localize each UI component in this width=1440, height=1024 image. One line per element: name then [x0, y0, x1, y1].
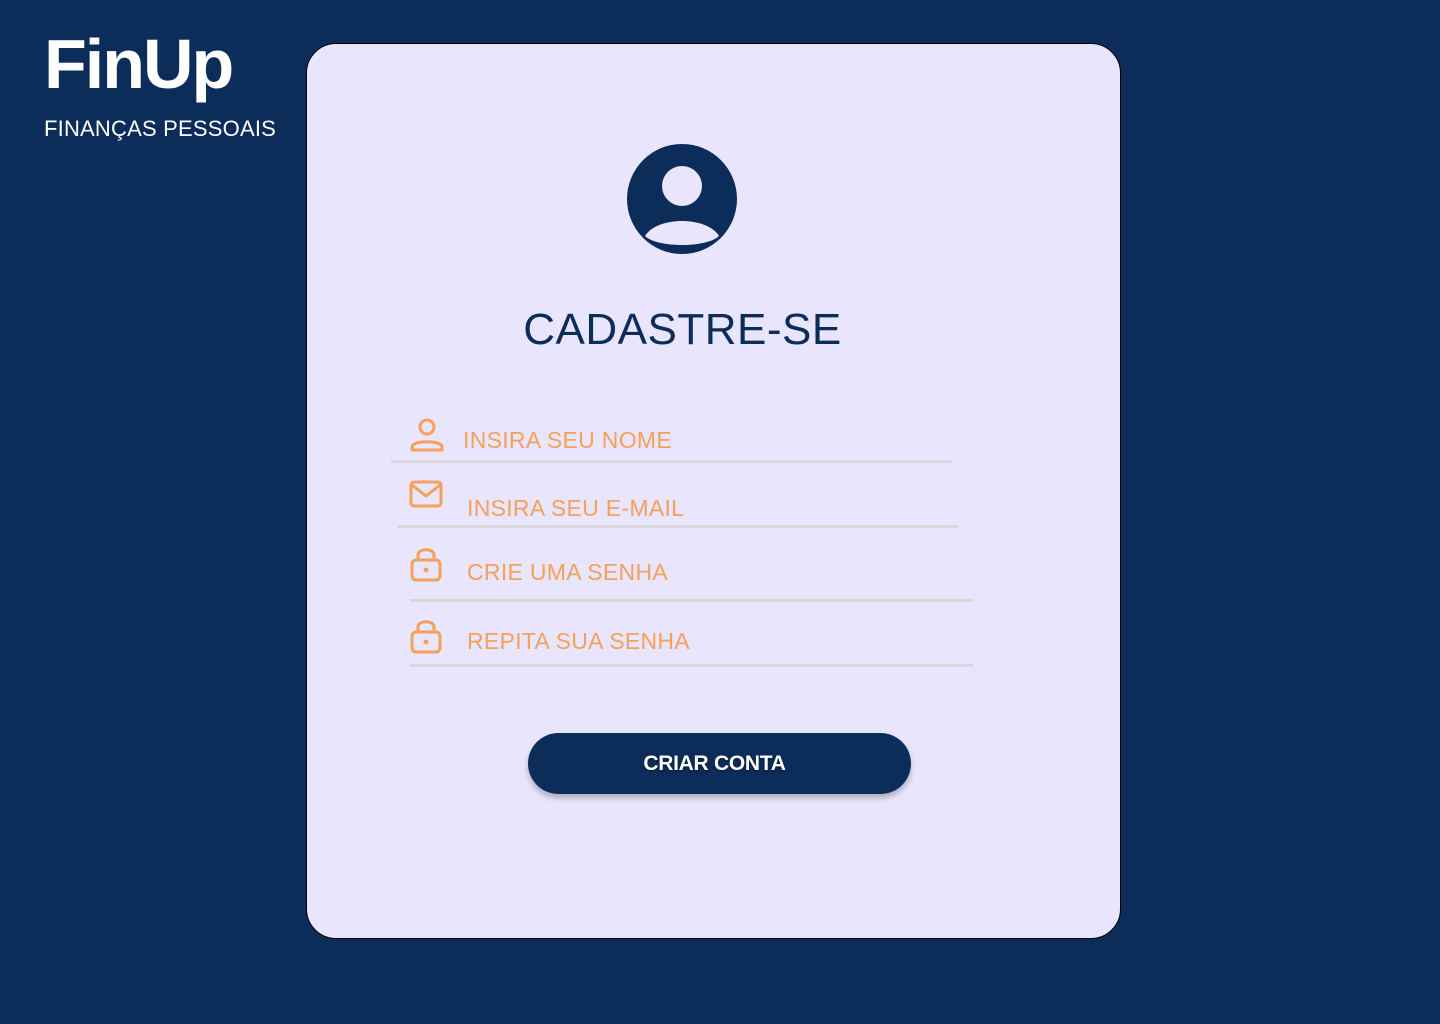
brand-logo-text: FinUp	[44, 25, 234, 103]
create-account-button-label: CRIAR CONTA	[643, 751, 786, 775]
name-field[interactable]: INSIRA SEU NOME	[391, 416, 952, 463]
name-field-underline	[391, 460, 952, 463]
user-icon	[410, 418, 444, 452]
password-field-underline	[410, 599, 973, 602]
repeat-password-field-underline	[410, 664, 973, 667]
email-input-placeholder[interactable]: INSIRA SEU E-MAIL	[467, 494, 684, 522]
password-input-placeholder[interactable]: CRIE UMA SENHA	[467, 558, 668, 586]
brand: FinUp FINANÇAS PESSOAIS	[44, 24, 276, 142]
account-avatar-icon	[627, 144, 737, 254]
signup-page: FinUp FINANÇAS PESSOAIS CADASTRE-SE INSI…	[0, 0, 1440, 1024]
email-field-underline	[397, 525, 958, 528]
repeat-password-input-placeholder[interactable]: REPITA SUA SENHA	[467, 627, 690, 655]
email-field[interactable]: INSIRA SEU E-MAIL	[397, 478, 958, 528]
signup-card: CADASTRE-SE INSIRA SEU NOME INSIRA SEU E…	[306, 43, 1121, 939]
page-title: CADASTRE-SE	[523, 305, 842, 354]
repeat-password-field[interactable]: REPITA SUA SENHA	[410, 616, 973, 667]
brand-tagline: FINANÇAS PESSOAIS	[44, 116, 277, 141]
mail-icon	[409, 480, 443, 508]
name-input-placeholder[interactable]: INSIRA SEU NOME	[463, 426, 672, 454]
password-field[interactable]: CRIE UMA SENHA	[410, 544, 973, 602]
create-account-button[interactable]: CRIAR CONTA	[528, 733, 911, 794]
lock-icon	[410, 548, 442, 582]
lock-icon	[410, 620, 442, 654]
